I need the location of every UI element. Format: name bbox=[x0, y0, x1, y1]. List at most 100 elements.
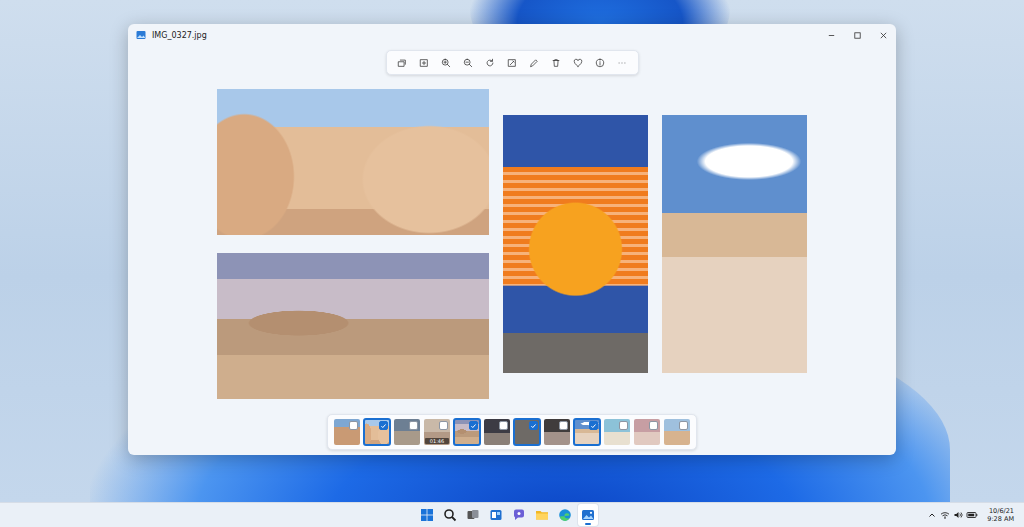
title-bar[interactable]: IMG_0327.jpg bbox=[128, 24, 896, 46]
window-controls bbox=[818, 24, 896, 46]
photos-window[interactable]: IMG_0327.jpg 01:46 bbox=[128, 24, 896, 455]
thumbnail-checkbox[interactable] bbox=[679, 421, 688, 430]
edge-icon bbox=[558, 508, 572, 522]
wifi-icon[interactable] bbox=[940, 510, 950, 520]
close-button[interactable] bbox=[870, 24, 896, 46]
folder-icon bbox=[535, 508, 549, 522]
filmstrip-thumbnail[interactable] bbox=[604, 419, 630, 445]
more-icon bbox=[617, 58, 627, 68]
thumbnail-checkbox[interactable] bbox=[649, 421, 658, 430]
taskbar-apps bbox=[417, 504, 598, 526]
thumbnail-checkbox[interactable] bbox=[379, 421, 388, 430]
more-button[interactable] bbox=[613, 53, 632, 72]
start-button[interactable] bbox=[417, 504, 437, 526]
video-duration: 01:46 bbox=[425, 438, 449, 444]
maximize-button[interactable] bbox=[844, 24, 870, 46]
clock-date: 10/6/21 bbox=[989, 507, 1014, 515]
filmstrip: 01:46 bbox=[327, 414, 697, 450]
delete-button[interactable] bbox=[547, 53, 566, 72]
taskbar: 10/6/219:28 AM bbox=[0, 502, 1024, 527]
active-indicator bbox=[585, 523, 591, 525]
battery-icon[interactable] bbox=[966, 510, 978, 520]
zoom-in-icon bbox=[441, 58, 451, 68]
filmstrip-thumbnail[interactable] bbox=[544, 419, 570, 445]
delete-icon bbox=[551, 58, 561, 68]
filmstrip-thumbnail[interactable] bbox=[484, 419, 510, 445]
chevron-up-icon[interactable] bbox=[927, 510, 937, 520]
photos-icon bbox=[581, 508, 595, 522]
filmstrip-row: 01:46 bbox=[128, 414, 896, 450]
rotate-icon bbox=[485, 58, 495, 68]
minimize-icon bbox=[827, 31, 836, 40]
draw-button[interactable] bbox=[525, 53, 544, 72]
toolbar bbox=[386, 50, 639, 75]
thumbnail-checkbox[interactable] bbox=[409, 421, 418, 430]
thumbnail-checkbox[interactable] bbox=[469, 421, 478, 430]
filmstrip-thumbnail[interactable]: 01:46 bbox=[424, 419, 450, 445]
checkmark-icon bbox=[380, 422, 387, 430]
maximize-icon bbox=[853, 31, 862, 40]
windows-logo-icon bbox=[420, 508, 434, 522]
desktop: IMG_0327.jpg 01:46 bbox=[0, 0, 1024, 502]
zoom-out-button[interactable] bbox=[459, 53, 478, 72]
photo[interactable] bbox=[217, 89, 489, 235]
info-icon bbox=[595, 58, 605, 68]
clock[interactable]: 10/6/219:28 AM bbox=[987, 507, 1014, 523]
chat-icon bbox=[512, 508, 526, 522]
zoom-out-icon bbox=[463, 58, 473, 68]
photos-button[interactable] bbox=[578, 504, 598, 526]
filmstrip-thumbnail[interactable] bbox=[394, 419, 420, 445]
window-title: IMG_0327.jpg bbox=[152, 31, 207, 40]
photo-column bbox=[217, 89, 489, 399]
thumbnail-checkbox[interactable] bbox=[349, 421, 358, 430]
checkmark-icon bbox=[530, 422, 537, 430]
task-view-icon bbox=[466, 508, 480, 522]
filmstrip-thumbnail[interactable] bbox=[634, 419, 660, 445]
system-tray: 10/6/219:28 AM bbox=[927, 507, 1024, 523]
photo[interactable] bbox=[217, 253, 489, 399]
edge-button[interactable] bbox=[555, 504, 575, 526]
filmstrip-thumbnail[interactable] bbox=[574, 419, 600, 445]
filmstrip-thumbnail[interactable] bbox=[514, 419, 540, 445]
heart-button[interactable] bbox=[569, 53, 588, 72]
info-button[interactable] bbox=[591, 53, 610, 72]
toolbar-row bbox=[128, 50, 896, 75]
rotate-button[interactable] bbox=[481, 53, 500, 72]
task-view-button[interactable] bbox=[463, 504, 483, 526]
desktop-screen: IMG_0327.jpg 01:46 10/6/219:28 AM bbox=[0, 0, 1024, 527]
thumbnail-checkbox[interactable] bbox=[529, 421, 538, 430]
edit-image-button[interactable] bbox=[503, 53, 522, 72]
close-icon bbox=[879, 31, 888, 40]
widgets-button[interactable] bbox=[486, 504, 506, 526]
thumbnail-checkbox[interactable] bbox=[619, 421, 628, 430]
add-to-icon bbox=[419, 58, 429, 68]
filmstrip-thumbnail[interactable] bbox=[334, 419, 360, 445]
volume-icon[interactable] bbox=[953, 510, 963, 520]
add-to-button[interactable] bbox=[415, 53, 434, 72]
photo[interactable] bbox=[503, 115, 648, 373]
chat-button[interactable] bbox=[509, 504, 529, 526]
filmstrip-thumbnail[interactable] bbox=[664, 419, 690, 445]
file-explorer-button[interactable] bbox=[532, 504, 552, 526]
heart-icon bbox=[573, 58, 583, 68]
thumbnail-checkbox[interactable] bbox=[589, 421, 598, 430]
minimize-button[interactable] bbox=[818, 24, 844, 46]
magnifier-icon bbox=[443, 508, 457, 522]
widgets-icon bbox=[489, 508, 503, 522]
clock-time: 9:28 AM bbox=[987, 515, 1014, 523]
filmstrip-thumbnail[interactable] bbox=[364, 419, 390, 445]
edit-image-icon bbox=[507, 58, 517, 68]
zoom-in-button[interactable] bbox=[437, 53, 456, 72]
thumbnail-checkbox[interactable] bbox=[559, 421, 568, 430]
draw-icon bbox=[529, 58, 539, 68]
thumbnail-checkbox[interactable] bbox=[439, 421, 448, 430]
filmstrip-thumbnail[interactable] bbox=[454, 419, 480, 445]
multi-view bbox=[128, 88, 896, 399]
gallery-button[interactable] bbox=[393, 53, 412, 72]
photos-app-icon bbox=[136, 30, 146, 40]
photo[interactable] bbox=[662, 115, 807, 373]
checkmark-icon bbox=[590, 422, 597, 430]
thumbnail-checkbox[interactable] bbox=[499, 421, 508, 430]
search-button[interactable] bbox=[440, 504, 460, 526]
gallery-icon bbox=[397, 58, 407, 68]
